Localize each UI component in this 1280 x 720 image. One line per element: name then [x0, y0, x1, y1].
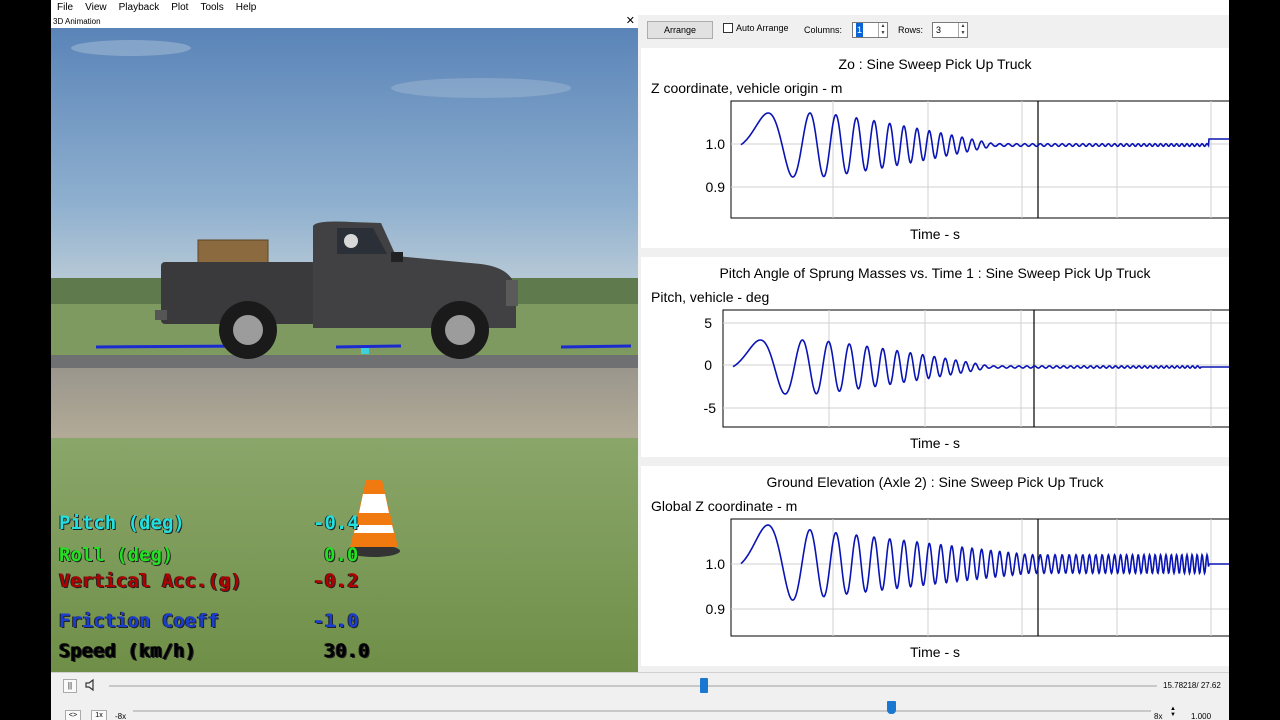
menu-plot[interactable]: Plot [165, 0, 194, 15]
plot-panel: Arrange Auto Arrange Columns: 1 ▲ ▼ Rows:… [641, 15, 1229, 672]
y-tick-label: -5 [704, 400, 717, 416]
speed-label: Speed (km/h) [59, 640, 197, 662]
columns-spinbox[interactable]: 1 ▲ ▼ [852, 22, 888, 38]
plot-zo[interactable]: Zo : Sine Sweep Pick Up Truck Z coordina… [641, 48, 1229, 248]
speed-value[interactable]: 1.000 [1191, 712, 1211, 720]
plot-toolbar: Arrange Auto Arrange Columns: 1 ▲ ▼ Rows:… [641, 15, 1229, 45]
friction-coeff-label: Friction Coeff [59, 610, 220, 632]
rows-value[interactable]: 3 [936, 25, 941, 35]
roll-label: Roll (deg) [59, 544, 174, 566]
plot-x-axis-label: Time - s [909, 226, 961, 242]
y-tick-label: 5 [704, 315, 712, 331]
auto-arrange-box[interactable] [723, 23, 733, 33]
vertical-acc-value: -0.2 [313, 570, 359, 592]
rows-label: Rows: [898, 25, 924, 35]
y-tick-label: 1.0 [706, 556, 726, 572]
y-tick-label: 0.9 [706, 601, 726, 617]
real-time-button[interactable]: 1x [91, 710, 107, 720]
speaker-icon[interactable] [84, 678, 98, 692]
y-tick-label: 1.0 [706, 136, 726, 152]
y-tick-label: 0.9 [706, 179, 726, 195]
time-readout: 15.78218/ 27.62 [1163, 681, 1221, 690]
plot-chart-area[interactable]: 5 0 -5 [641, 257, 1229, 457]
menu-help[interactable]: Help [230, 0, 263, 15]
time-slider-track[interactable] [109, 685, 1157, 687]
menu-playback[interactable]: Playback [113, 0, 166, 15]
speed-slider-track[interactable] [133, 710, 1151, 712]
animation-window-title: 3D Animation [51, 15, 638, 28]
pitch-label: Pitch (deg) [59, 512, 185, 534]
time-slider-thumb[interactable] [700, 678, 708, 693]
plot-x-axis-label: Time - s [909, 644, 961, 660]
menu-bar: File View Playback Plot Tools Help [51, 0, 1229, 15]
menu-view[interactable]: View [79, 0, 113, 15]
roll-value: 0.0 [324, 544, 359, 566]
min-speed-label: -8x [115, 712, 127, 720]
playback-bar: || 15.78218/ 27.62 <> 1x -8x 8x ▲ ▼ 1.000 [51, 672, 1229, 720]
menu-tools[interactable]: Tools [194, 0, 229, 15]
auto-arrange-checkbox[interactable]: Auto Arrange [723, 23, 789, 33]
rows-spinbox[interactable]: 3 ▲ ▼ [932, 22, 968, 38]
arrange-button[interactable]: Arrange [647, 21, 713, 39]
friction-coeff-value: -1.0 [313, 610, 359, 632]
columns-spin-arrows-icon[interactable]: ▲ ▼ [878, 23, 887, 37]
plot-x-axis-label: Time - s [909, 435, 961, 451]
plot-chart-area[interactable]: 1.0 0.9 [641, 466, 1229, 666]
animation-window: 3D Animation ✕ Pitch (deg) -0.4 Roll (de… [51, 15, 638, 672]
pause-button[interactable]: || [63, 679, 77, 693]
menu-file[interactable]: File [51, 0, 79, 15]
max-speed-label: 8x [1154, 712, 1163, 720]
plot-pitch[interactable]: Pitch Angle of Sprung Masses vs. Time 1 … [641, 257, 1229, 457]
plot-ground-elevation[interactable]: Ground Elevation (Axle 2) : Sine Sweep P… [641, 466, 1229, 666]
speed-value: 30.0 [324, 640, 370, 662]
auto-arrange-label: Auto Arrange [736, 23, 789, 33]
pitch-value: -0.4 [313, 512, 359, 534]
speed-spin-arrows-icon[interactable]: ▲ ▼ [1169, 706, 1177, 718]
close-icon[interactable]: ✕ [626, 15, 635, 28]
speed-slider-thumb[interactable] [887, 701, 896, 714]
vertical-acc-label: Vertical Acc.(g) [59, 570, 243, 592]
y-tick-label: 0 [704, 357, 712, 373]
plot-chart-area[interactable]: 1.0 0.9 [641, 48, 1229, 248]
vehiclesim-app: File View Playback Plot Tools Help 3D An… [51, 0, 1229, 720]
rows-spin-arrows-icon[interactable]: ▲ ▼ [958, 23, 967, 37]
columns-value[interactable]: 1 [856, 23, 864, 37]
columns-label: Columns: [804, 25, 843, 35]
loop-button[interactable]: <> [65, 710, 81, 720]
